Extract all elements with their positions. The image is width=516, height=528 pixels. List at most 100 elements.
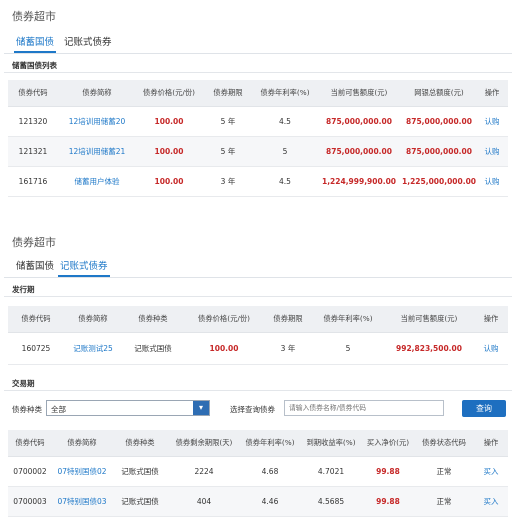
yield-to-maturity: 4.5685 <box>300 486 362 517</box>
tab-bar: 储蓄国债 记账式债券 <box>4 258 512 278</box>
query-button[interactable]: 查询 <box>462 400 506 417</box>
tab-book-entry-bonds[interactable]: 记账式债券 <box>58 258 110 277</box>
table-header-row: 债券代码 债券简称 债券种类 债券剩余期限(天) 债券年利率(%) 到期收益率(… <box>8 430 508 457</box>
column-header: 债券年利率(%) <box>254 80 316 107</box>
subscribe-link[interactable]: 认购 <box>476 106 508 137</box>
bond-rate: 4.46 <box>240 486 300 517</box>
divider <box>4 296 512 297</box>
bond-price: 100.00 <box>136 106 202 137</box>
bond-status: 正常 <box>414 486 474 517</box>
column-header: 债券种类 <box>122 306 184 333</box>
buy-link[interactable]: 买入 <box>474 456 508 487</box>
tab-savings-bonds[interactable]: 储蓄国债 <box>14 258 56 277</box>
bond-code: 0700003 <box>8 486 52 517</box>
column-header: 债券价格(元/份) <box>184 306 264 333</box>
column-header: 当前可售额度(元) <box>384 306 474 333</box>
page-title: 债券超市 <box>12 236 56 249</box>
bond-name-link[interactable]: 储蓄用户体验 <box>58 166 136 197</box>
bond-type-value: 全部 <box>51 405 66 414</box>
panel-gap <box>0 210 516 226</box>
bond-name-link[interactable]: 12培训用储蓄20 <box>58 106 136 137</box>
table-row: 160725 记账测试25 记账式国债 100.00 3 年 5 992,823… <box>8 332 508 365</box>
bond-code: 121320 <box>8 106 58 137</box>
column-header: 债券期限 <box>264 306 312 333</box>
bond-type: 记账式国债 <box>122 332 184 365</box>
bond-rate: 5 <box>312 332 384 365</box>
trade-bond-table: 债券代码 债券简称 债券种类 债券剩余期限(天) 债券年利率(%) 到期收益率(… <box>8 430 508 517</box>
bond-name-link[interactable]: 07特别国债03 <box>52 486 112 517</box>
buy-net-price: 99.88 <box>362 486 414 517</box>
available-amount: 875,000,000.00 <box>316 106 402 137</box>
bond-type-label: 债券种类 <box>12 405 42 414</box>
column-header: 到期收益率(%) <box>300 430 362 457</box>
table-row: 0700002 07特别国债02 记账式国债 2224 4.68 4.7021 … <box>8 456 508 487</box>
total-amount: 1,225,000,000.00 <box>402 166 476 197</box>
available-amount: 992,823,500.00 <box>384 332 474 365</box>
total-amount: 875,000,000.00 <box>402 136 476 167</box>
table-row: 0700003 07特别国债03 记账式国债 404 4.46 4.5685 9… <box>8 486 508 517</box>
column-header: 债券种类 <box>112 430 168 457</box>
column-header: 债券代码 <box>8 306 64 333</box>
bond-rate: 4.5 <box>254 106 316 137</box>
buy-link[interactable]: 买入 <box>474 486 508 517</box>
remaining-days: 2224 <box>168 456 240 487</box>
table-row: 161716 储蓄用户体验 100.00 3 年 4.5 1,224,999,9… <box>8 166 508 197</box>
bond-search-field[interactable] <box>284 400 444 416</box>
available-amount: 875,000,000.00 <box>316 136 402 167</box>
column-header: 操作 <box>476 80 508 107</box>
bond-term: 3 年 <box>264 332 312 365</box>
table-row: 121320 12培训用储蓄20 100.00 5 年 4.5 875,000,… <box>8 106 508 137</box>
section-title: 储蓄国债列表 <box>12 61 57 70</box>
tab-bar: 储蓄国债 记账式债券 <box>4 34 512 54</box>
bond-name-link[interactable]: 12培训用储蓄21 <box>58 136 136 167</box>
column-header: 操作 <box>474 430 508 457</box>
bond-rate: 4.5 <box>254 166 316 197</box>
column-header: 债券期限 <box>202 80 254 107</box>
table-row: 121321 12培训用储蓄21 100.00 5 年 5 875,000,00… <box>8 136 508 167</box>
savings-bond-table: 债券代码 债券简称 债券价格(元/份) 债券期限 债券年利率(%) 当前可售额度… <box>8 80 508 197</box>
issue-section-title: 发行期 <box>12 285 35 294</box>
remaining-days: 404 <box>168 486 240 517</box>
bond-status: 正常 <box>414 456 474 487</box>
tab-savings-bonds[interactable]: 储蓄国债 <box>14 34 57 53</box>
bond-term: 3 年 <box>202 166 254 197</box>
divider <box>4 390 512 391</box>
divider <box>4 72 512 73</box>
bond-name-link[interactable]: 记账测试25 <box>64 332 122 365</box>
total-amount: 875,000,000.00 <box>402 106 476 137</box>
column-header: 债券代码 <box>8 80 58 107</box>
column-header: 网银总额度(元) <box>402 80 476 107</box>
column-header: 债券年利率(%) <box>312 306 384 333</box>
bond-code: 160725 <box>8 332 64 365</box>
subscribe-link[interactable]: 认购 <box>476 136 508 167</box>
bond-type: 记账式国债 <box>112 486 168 517</box>
bond-rate: 5 <box>254 136 316 167</box>
column-header: 债券简称 <box>58 80 136 107</box>
page-title: 债券超市 <box>12 10 56 23</box>
table-header-row: 债券代码 债券简称 债券种类 债券价格(元/份) 债券期限 债券年利率(%) 当… <box>8 306 508 333</box>
bond-code: 121321 <box>8 136 58 167</box>
bond-code: 161716 <box>8 166 58 197</box>
chevron-down-icon[interactable]: ▾ <box>193 401 209 415</box>
issue-bond-table: 债券代码 债券简称 债券种类 债券价格(元/份) 债券期限 债券年利率(%) 当… <box>8 306 508 365</box>
table-header-row: 债券代码 债券简称 债券价格(元/份) 债券期限 债券年利率(%) 当前可售额度… <box>8 80 508 107</box>
subscribe-link[interactable]: 认购 <box>476 166 508 197</box>
column-header: 债券状态代码 <box>414 430 474 457</box>
column-header: 当前可售额度(元) <box>316 80 402 107</box>
book-entry-bond-panel: 债券超市 储蓄国债 记账式债券 发行期 债券代码 债券简称 债券种类 债券价格(… <box>4 226 512 528</box>
bond-code: 0700002 <box>8 456 52 487</box>
subscribe-link[interactable]: 认购 <box>474 332 508 365</box>
bond-price: 100.00 <box>136 136 202 167</box>
bond-term: 5 年 <box>202 106 254 137</box>
bond-type: 记账式国债 <box>112 456 168 487</box>
tab-book-entry-bonds[interactable]: 记账式债券 <box>62 34 114 53</box>
column-header: 债券剩余期限(天) <box>168 430 240 457</box>
column-header: 债券代码 <box>8 430 52 457</box>
available-amount: 1,224,999,900.00 <box>316 166 402 197</box>
yield-to-maturity: 4.7021 <box>300 456 362 487</box>
bond-name-link[interactable]: 07特别国债02 <box>52 456 112 487</box>
column-header: 债券年利率(%) <box>240 430 300 457</box>
bond-rate: 4.68 <box>240 456 300 487</box>
bond-type-select[interactable]: 全部 ▾ <box>46 400 210 416</box>
bond-search-input[interactable] <box>285 401 443 415</box>
